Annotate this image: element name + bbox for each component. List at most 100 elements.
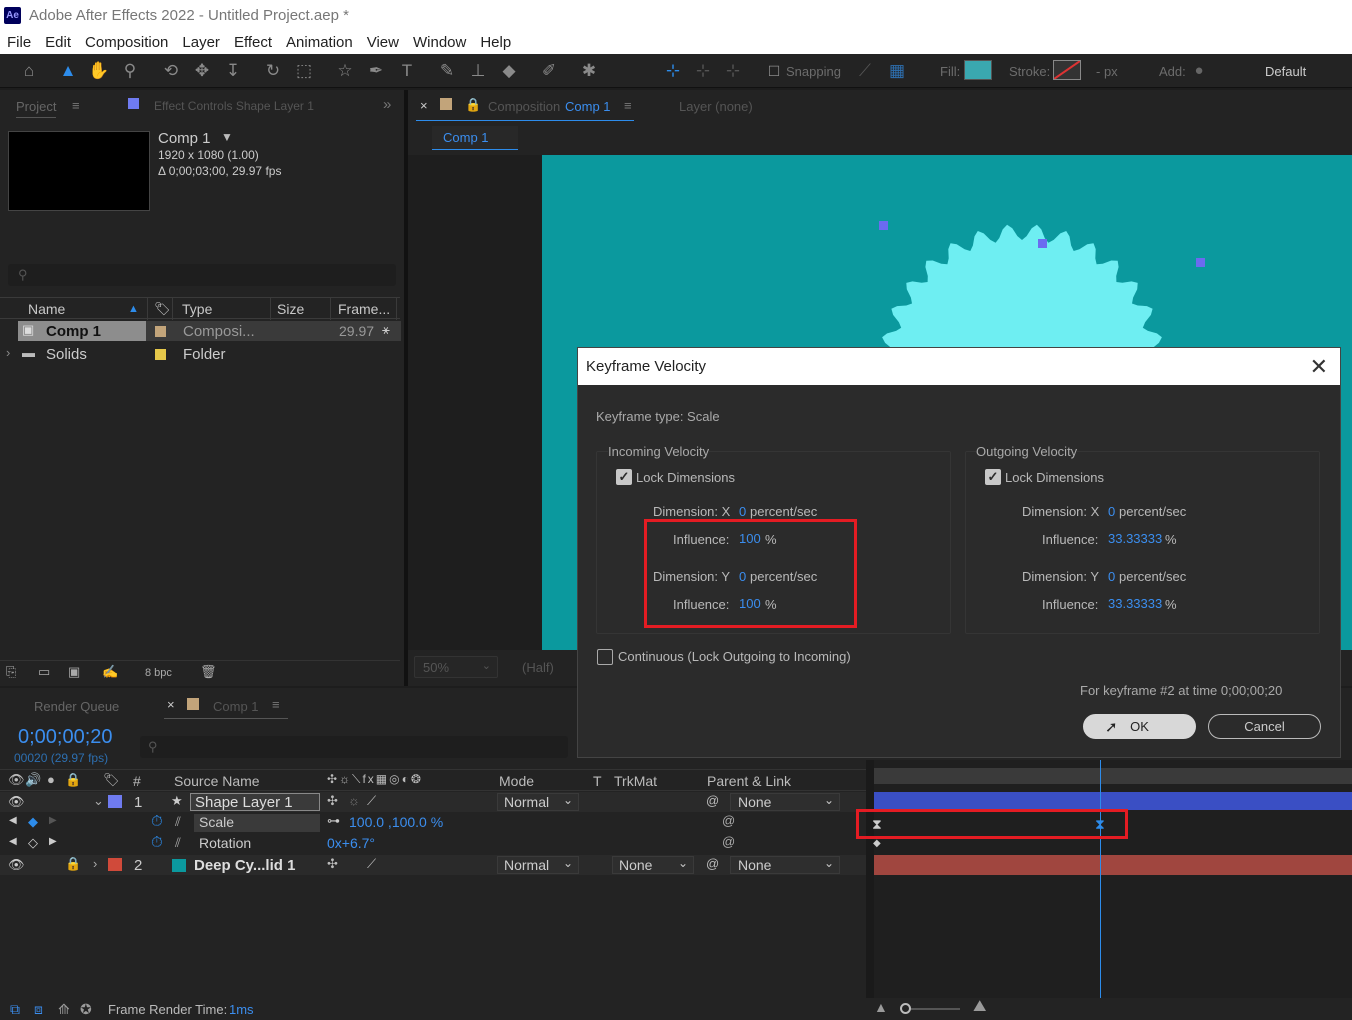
outgoing-infly-value[interactable]: 33.33333 [1108, 596, 1162, 611]
menu-window[interactable]: Window [406, 34, 473, 51]
project-item-comp1[interactable]: ▣ Comp 1 Composi... 29.97 ⚹ [18, 321, 401, 341]
zoom-tool-icon[interactable]: ⚲ [119, 60, 141, 82]
stopwatch-icon[interactable]: ⏱ [151, 813, 163, 830]
bit-depth[interactable]: 8 bpc [145, 667, 172, 679]
outgoing-lock-checkbox[interactable]: ✓ [985, 469, 1001, 485]
tab-render-queue[interactable]: Render Queue [34, 699, 119, 714]
next-keyframe-icon[interactable]: ▶ [49, 815, 57, 826]
menu-composition[interactable]: Composition [78, 34, 175, 51]
chevron-right-icon[interactable]: › [93, 856, 97, 871]
column-frame[interactable]: Frame... [331, 301, 390, 317]
rotation-tool-icon[interactable]: ↻ [262, 60, 284, 82]
parent-dropdown[interactable]: None ⌄ [730, 856, 840, 874]
layer-bar[interactable] [874, 792, 1352, 810]
tab-timeline-comp[interactable]: Comp 1 [213, 699, 259, 714]
constrain-link-icon[interactable]: ⊶ [327, 813, 340, 829]
menu-effect[interactable]: Effect [227, 34, 279, 51]
mode-dropdown[interactable]: Normal ⌄ [497, 793, 579, 811]
menu-layer[interactable]: Layer [175, 34, 227, 51]
layer-label-color[interactable] [108, 795, 122, 808]
flowchart-icon[interactable]: ⚹ [382, 322, 390, 338]
bounding-handle[interactable] [1196, 258, 1205, 267]
graph-icon[interactable]: ⫽ [175, 814, 181, 830]
column-size[interactable]: Size [271, 301, 304, 317]
quality-switch-icon[interactable]: ⟋ [367, 793, 376, 809]
zoom-slider-handle[interactable] [900, 1003, 911, 1014]
puppet-tool-icon[interactable]: ✱ [578, 60, 600, 82]
layer-bar[interactable] [874, 855, 1352, 875]
tab-composition-label[interactable]: Composition [488, 99, 560, 114]
snapping-checkbox-icon[interactable]: ☐ [763, 60, 785, 82]
stroke-width-value[interactable]: - px [1096, 64, 1118, 79]
shape-tool-icon[interactable]: ☆ [334, 60, 356, 82]
chevron-down-icon[interactable]: ⌄ [93, 793, 104, 809]
continuous-checkbox[interactable] [597, 649, 613, 665]
label-tag-icon[interactable]: 🏷 [103, 772, 120, 788]
timeline-divider[interactable] [866, 760, 874, 998]
graph-icon[interactable]: ⫽ [175, 835, 181, 851]
solo-switch-icon[interactable]: ● [47, 772, 55, 787]
layer-row[interactable]: 👁 ⌄ 1 ★ Shape Layer 1 ✣ ☼ ⟋ Normal ⌄ @ No… [0, 792, 866, 812]
sort-ascending-icon[interactable]: ▲ [128, 298, 139, 320]
menu-edit[interactable]: Edit [38, 34, 78, 51]
property-row-rotation[interactable]: ◀ ◇ ▶ ⏱ ⫽ Rotation 0x+6.7° @ [0, 834, 866, 854]
property-value[interactable]: 0x+6.7° [327, 835, 375, 851]
tab-effect-controls[interactable]: Effect Controls Shape Layer 1 [154, 99, 314, 113]
chevron-down-icon[interactable]: ▼ [221, 130, 233, 144]
brush-tool-icon[interactable]: ✎ [436, 60, 458, 82]
outgoing-dimy-value[interactable]: 0 [1108, 569, 1115, 584]
label-color-swatch[interactable] [155, 326, 166, 337]
workspace-default[interactable]: Default [1265, 64, 1306, 79]
selection-tool-icon[interactable]: ▲ [57, 60, 79, 82]
pan-behind-tool-icon[interactable]: ⬚ [293, 60, 315, 82]
audio-switch-icon[interactable]: 🔊 [25, 772, 41, 788]
lock-icon[interactable]: 🔒 [465, 97, 481, 113]
trkmat-dropdown[interactable]: None ⌄ [612, 856, 694, 874]
time-ruler[interactable] [874, 768, 1352, 784]
transfer-controls-icon[interactable]: ⟰ [58, 1001, 70, 1018]
layer-label-color[interactable] [108, 858, 122, 871]
project-search-input[interactable]: ⚲ [8, 264, 396, 286]
tab-composition-name[interactable]: Comp 1 [565, 99, 611, 114]
layer-name[interactable]: Deep Cy...lid 1 [194, 857, 295, 874]
shy-switch-icon[interactable]: ✣ [327, 793, 338, 809]
eye-icon[interactable]: 👁 [8, 794, 25, 810]
view-axis-icon[interactable]: ⊹ [722, 60, 744, 82]
label-color-swatch[interactable] [155, 349, 166, 360]
fill-color-swatch[interactable] [964, 60, 992, 80]
interpret-footage-icon[interactable]: ⎘ [6, 664, 16, 680]
panel-menu-icon[interactable]: ≡ [272, 697, 280, 712]
zoom-slider-track[interactable] [904, 1008, 960, 1010]
chevron-right-icon[interactable]: › [6, 345, 10, 360]
column-name[interactable]: Name [0, 301, 65, 317]
column-t[interactable]: T [593, 773, 602, 789]
pan-tool-icon[interactable]: ✥ [191, 60, 213, 82]
prev-keyframe-icon[interactable]: ◀ [9, 836, 17, 847]
comp-subtab[interactable]: Comp 1 [432, 126, 518, 150]
column-source-name[interactable]: Source Name [174, 773, 260, 789]
zoom-out-icon[interactable]: ▲ [874, 999, 888, 1015]
zoom-in-icon[interactable]: ⛰ [973, 998, 986, 1016]
outgoing-inflx-value[interactable]: 33.33333 [1108, 531, 1162, 546]
keyframe-diamond-icon[interactable]: ◇ [28, 835, 38, 851]
expression-pickwhip-icon[interactable]: @ [722, 834, 735, 849]
switches-icons[interactable]: ✣☼⟍fx▦◎◐❂ [327, 772, 423, 787]
panel-overflow-icon[interactable]: » [383, 96, 391, 113]
pen-tool-icon[interactable]: ✒ [365, 60, 387, 82]
column-type[interactable]: Type [173, 301, 212, 317]
stopwatch-icon[interactable]: ⏱ [151, 834, 163, 851]
type-tool-icon[interactable]: T [396, 60, 418, 82]
local-axis-icon[interactable]: ⊹ [662, 60, 684, 82]
eye-icon[interactable]: 👁 [8, 857, 25, 873]
menu-help[interactable]: Help [473, 34, 518, 51]
stroke-color-swatch[interactable] [1053, 60, 1081, 80]
menu-file[interactable]: File [0, 34, 38, 51]
timeline-search-input[interactable]: ⚲ [140, 736, 568, 758]
world-axis-icon[interactable]: ⊹ [692, 60, 714, 82]
column-number[interactable]: # [133, 773, 141, 789]
mode-dropdown[interactable]: Normal ⌄ [497, 856, 579, 874]
snap-grid-icon[interactable]: ▦ [886, 60, 908, 82]
project-settings-icon[interactable]: ✍ [102, 664, 118, 680]
incoming-lock-checkbox[interactable]: ✓ [616, 469, 632, 485]
outgoing-dimx-value[interactable]: 0 [1108, 504, 1115, 519]
